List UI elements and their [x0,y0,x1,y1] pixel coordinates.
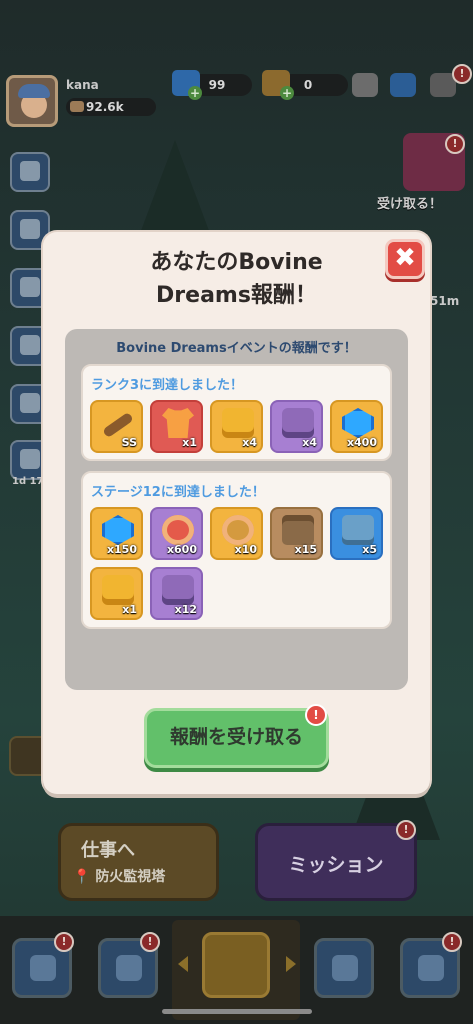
reward-quantity: x10 [234,543,257,556]
reward-item[interactable]: x15 [270,507,323,560]
reward-item[interactable]: SS [90,400,143,453]
reward-quantity: SS [121,436,137,449]
reward-item[interactable]: x4 [210,400,263,453]
roll-tan-icon [222,515,254,545]
reward-item[interactable]: x150 [90,507,143,560]
reward-item[interactable]: x1 [90,567,143,620]
suitcase-icon [342,515,374,545]
reward-items: SS x1 x4 x4 x400 [90,400,390,453]
pack-icon [102,575,134,605]
group-label: ランク3に到達しました！ [91,378,244,393]
claim-label: 報酬を受け取る [169,726,303,748]
dialog-title-line1: あなたのBovine [150,250,323,275]
reward-quantity: x1 [182,436,197,449]
reward-group-stage: ステージ12に到達しました！ x150 x600 x10 x15 x5 x1 x12 [81,471,392,629]
reward-item[interactable]: x1 [150,400,203,453]
reward-panel: Bovine Dreamsイベントの報酬です！ ランク3に到達しました！ SS x… [65,329,408,690]
chest-icon [282,515,314,545]
pack-violet-icon [162,575,194,605]
reward-group-rank: ランク3に到達しました！ SS x1 x4 x4 x400 [81,364,392,461]
reward-item[interactable]: x400 [330,400,383,453]
reward-item[interactable]: x12 [150,567,203,620]
claim-alert-icon: ! [305,704,327,726]
reward-items: x150 x600 x10 x15 x5 x1 x12 [90,507,390,620]
pack-violet-icon [282,408,314,438]
reward-item[interactable]: x600 [150,507,203,560]
reward-quantity: x4 [302,436,317,449]
reward-quantity: x1 [122,603,137,616]
gem-icon [342,408,374,438]
close-icon: ✖ [394,243,416,273]
claim-reward-button[interactable]: 報酬を受け取る [144,708,329,768]
pack-icon [222,408,254,438]
reward-quantity: x400 [346,436,377,449]
tool-icon [102,411,134,439]
reward-quantity: x5 [362,543,377,556]
gem-icon [102,515,134,545]
close-button[interactable]: ✖ [385,239,425,279]
reward-quantity: x600 [166,543,197,556]
reward-quantity: x150 [106,543,137,556]
roll-icon [162,515,194,545]
reward-quantity: x15 [294,543,317,556]
reward-item[interactable]: x5 [330,507,383,560]
reward-dialog: あなたのBovine Dreams報酬！ ✖ Bovine Dreamsイベント… [43,232,430,794]
dialog-title-line2: Dreams報酬！ [156,283,317,308]
group-label: ステージ12に到達しました！ [91,485,265,500]
dialog-title: あなたのBovine Dreams報酬！ [43,246,430,312]
panel-header: Bovine Dreamsイベントの報酬です！ [116,341,357,356]
reward-quantity: x4 [242,436,257,449]
shirt-icon [162,408,194,438]
reward-quantity: x12 [174,603,197,616]
reward-item[interactable]: x4 [270,400,323,453]
reward-item[interactable]: x10 [210,507,263,560]
